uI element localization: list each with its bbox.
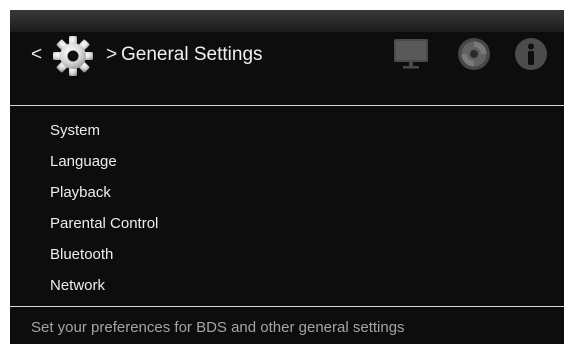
menu-item-bluetooth[interactable]: Bluetooth <box>10 239 564 270</box>
gear-icon <box>53 36 93 76</box>
menu-item-system[interactable]: System <box>10 115 564 146</box>
help-text: Set your preferences for BDS and other g… <box>31 319 405 336</box>
menu-item-playback[interactable]: Playback <box>10 177 564 208</box>
menu-item-parental-control[interactable]: Parental Control <box>10 208 564 239</box>
page-title: General Settings <box>121 44 263 65</box>
settings-menu: System Language Playback Parental Contro… <box>10 115 564 301</box>
footer-divider <box>10 306 564 307</box>
monitor-icon[interactable] <box>393 37 429 71</box>
breadcrumb-separator: > <box>106 44 118 65</box>
disc-icon[interactable] <box>457 37 491 71</box>
back-button[interactable]: < <box>31 44 42 66</box>
top-bar <box>10 10 564 32</box>
header: < > General Settings <box>10 32 564 104</box>
settings-screen: < > General Settings System Language Pla… <box>10 10 564 344</box>
header-divider <box>10 105 564 106</box>
menu-item-language[interactable]: Language <box>10 146 564 177</box>
info-icon[interactable] <box>514 37 548 71</box>
menu-item-network[interactable]: Network <box>10 270 564 301</box>
